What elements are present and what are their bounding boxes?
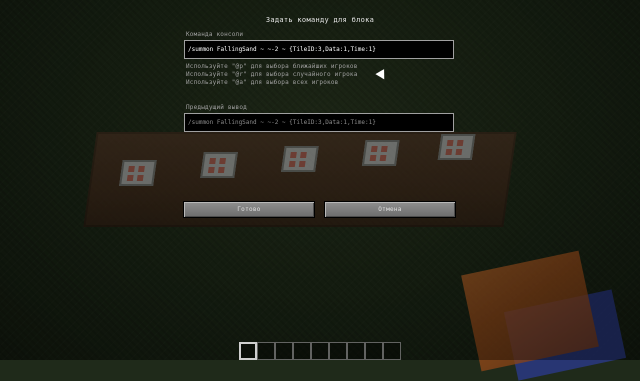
hint-nearest-player: Используйте "@p" для выбора ближайших иг…	[186, 63, 358, 70]
hotbar-slot[interactable]	[347, 342, 365, 360]
hotbar-slot[interactable]	[311, 342, 329, 360]
hint-random-player: Используйте "@r" для выбора случайного и…	[186, 71, 358, 78]
done-button[interactable]: Готово	[183, 201, 315, 218]
hotbar-slot[interactable]	[293, 342, 311, 360]
previous-output-field: /summon FallingSand ~ ~-2 ~ {TileID:3,Da…	[184, 113, 454, 132]
hotbar-slot[interactable]	[257, 342, 275, 360]
console-command-label: Команда консоли	[186, 31, 244, 38]
hotbar-slot[interactable]	[329, 342, 347, 360]
hotbar-slot[interactable]	[365, 342, 383, 360]
hotbar-slot[interactable]	[275, 342, 293, 360]
hotbar	[239, 342, 401, 360]
hotbar-slot[interactable]	[383, 342, 401, 360]
previous-output-label: Предыдущий вывод	[186, 104, 247, 111]
console-command-input[interactable]: /summon FallingSand ~ ~-2 ~ {TileID:3,Da…	[184, 40, 454, 59]
hint-all-players: Используйте "@a" для выбора всех игроков	[186, 79, 339, 86]
hotbar-slot[interactable]	[239, 342, 257, 360]
cancel-button[interactable]: Отмена	[324, 201, 456, 218]
screen-title: Задать команду для блока	[265, 16, 375, 24]
